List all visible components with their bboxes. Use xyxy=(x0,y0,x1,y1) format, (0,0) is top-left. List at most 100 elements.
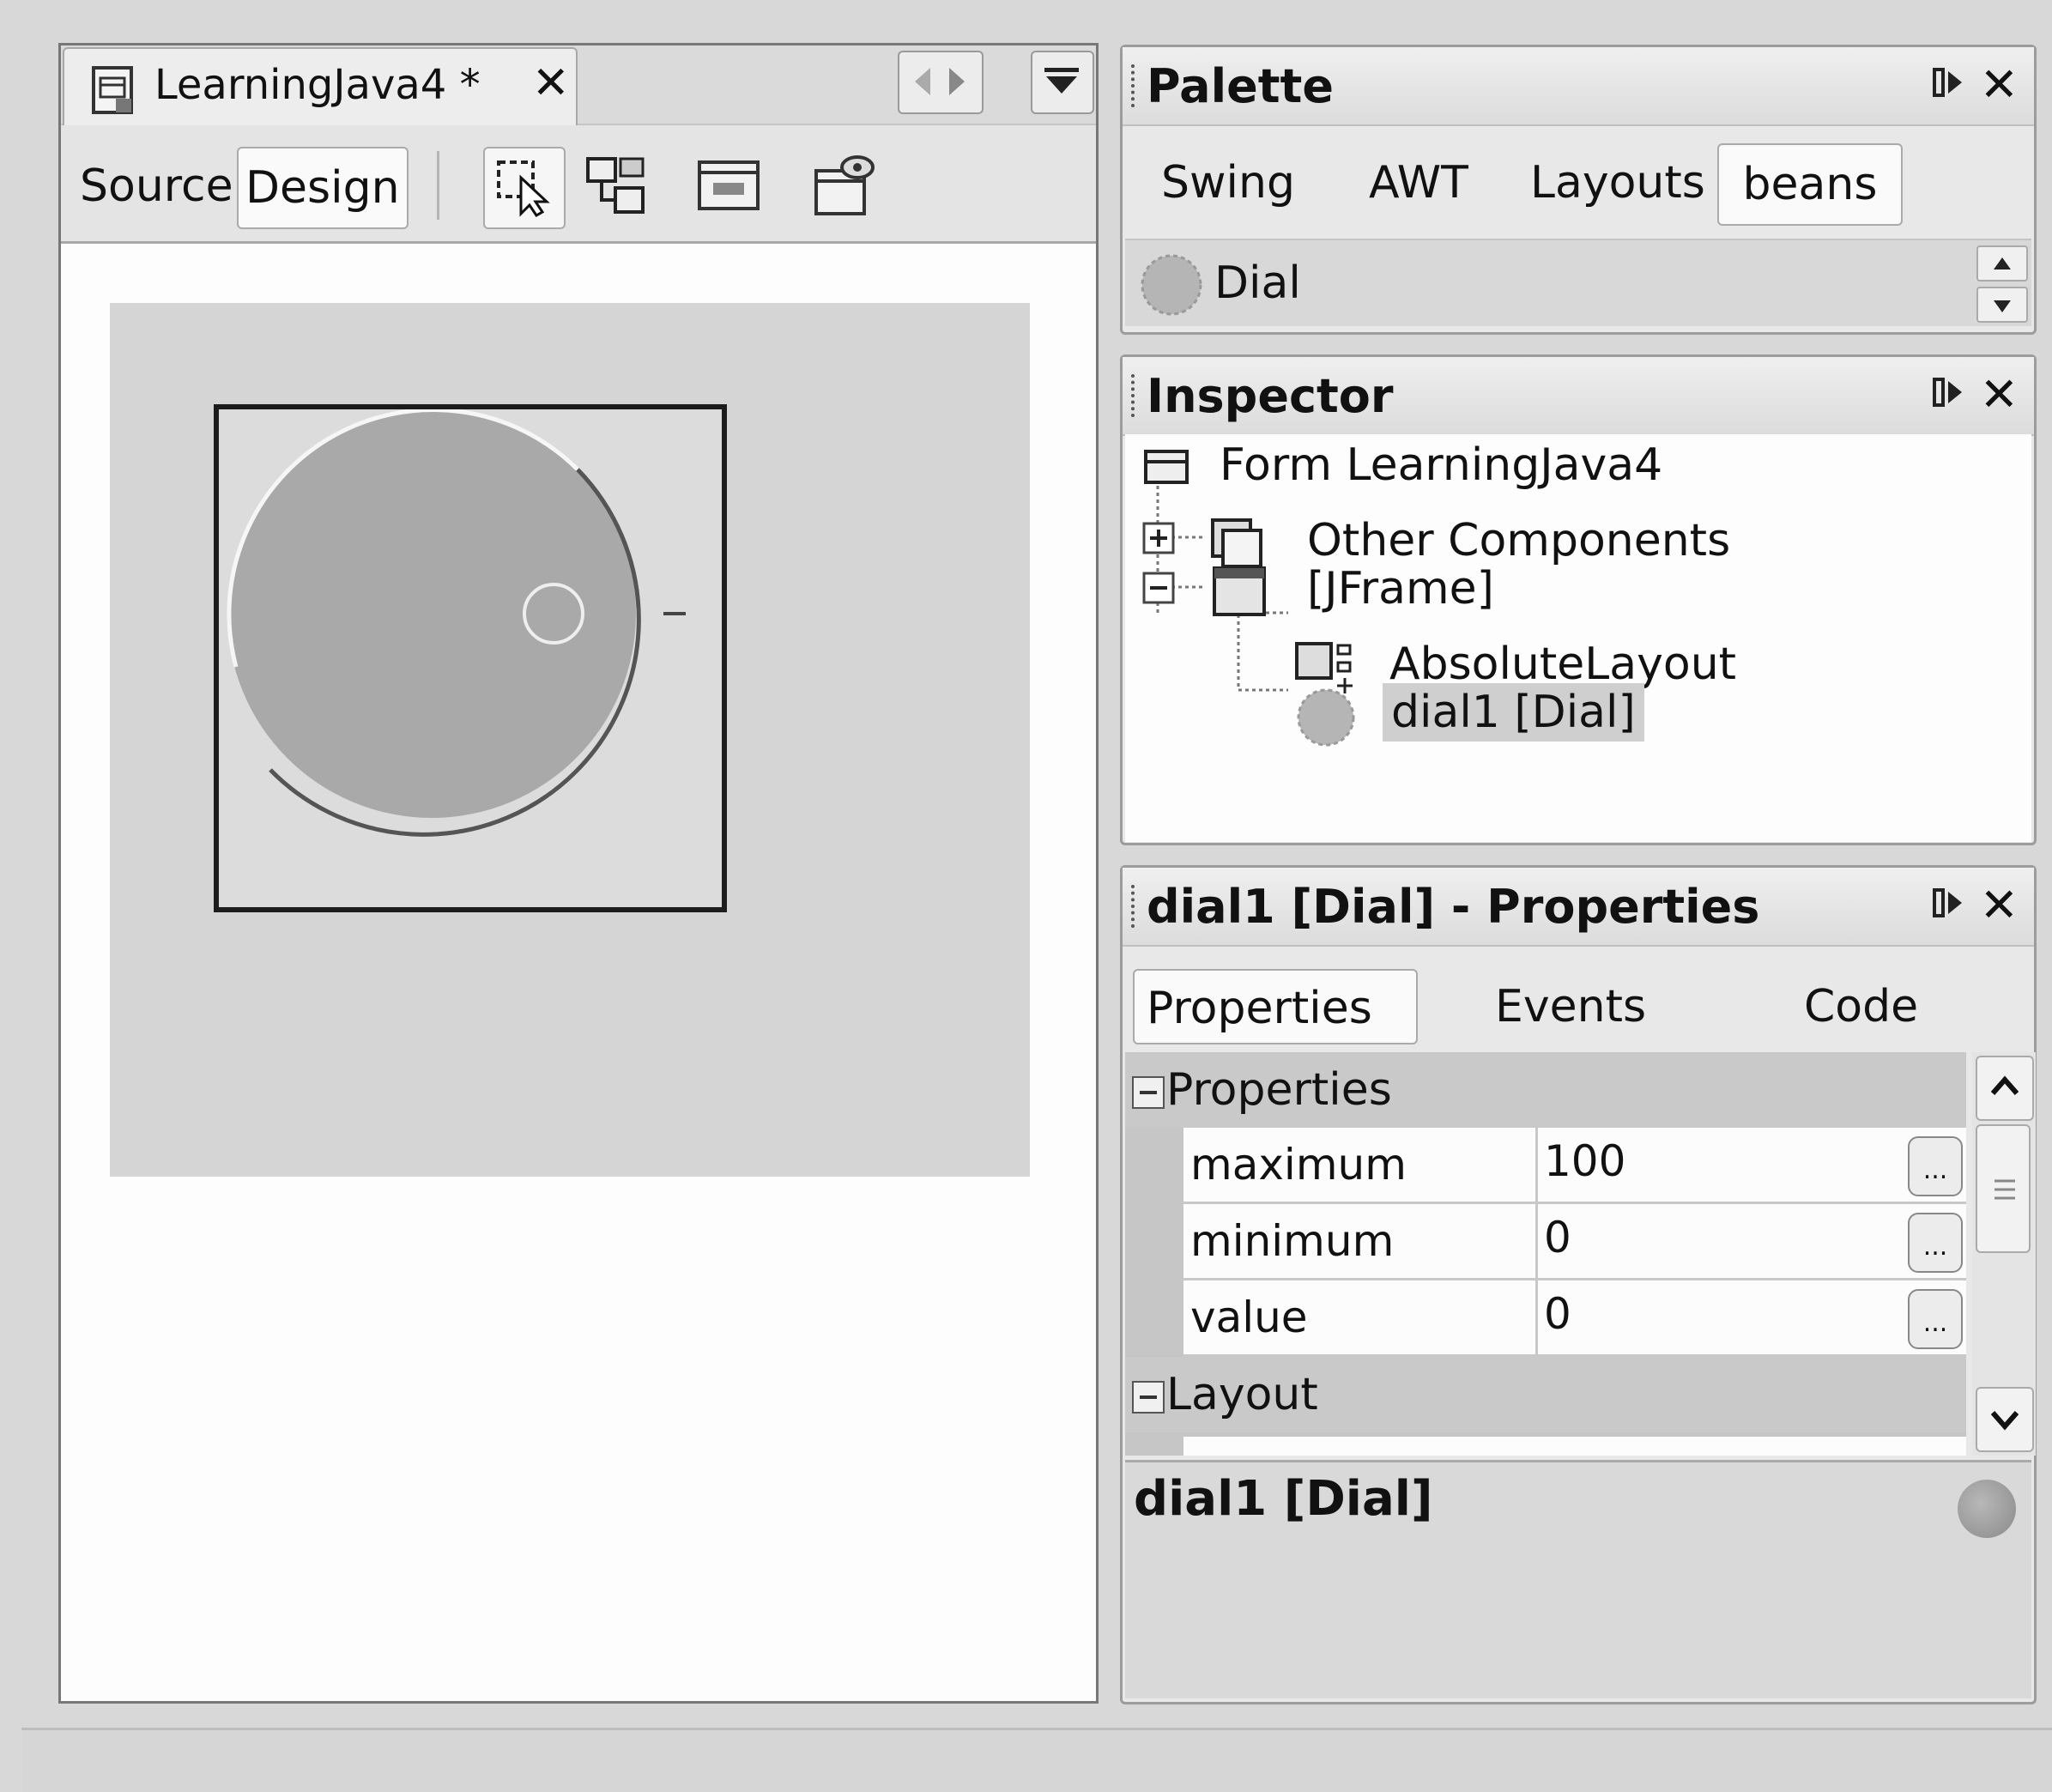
palette-title: Palette xyxy=(1147,59,1334,113)
properties-scrollbar[interactable] xyxy=(1972,1052,2036,1456)
palette-scrollbar[interactable] xyxy=(1975,240,2031,328)
properties-title: dial1 [Dial] - Properties xyxy=(1147,880,1760,934)
collapse-minus-icon[interactable] xyxy=(1132,1381,1165,1414)
inspector-title: Inspector xyxy=(1147,369,1394,423)
palette-tab-swing[interactable]: Swing xyxy=(1161,143,1295,222)
scroll-up-button[interactable] xyxy=(1976,1056,2034,1121)
selection-mode-button[interactable] xyxy=(483,147,566,229)
test-form-icon xyxy=(814,155,875,215)
inspector-close-icon[interactable]: ✕ xyxy=(1980,367,2019,421)
properties-close-icon[interactable]: ✕ xyxy=(1980,878,2019,932)
arrow-up-icon xyxy=(1994,257,2011,269)
scroll-down-button[interactable] xyxy=(1976,287,2028,323)
scroll-up-button[interactable] xyxy=(1976,245,2028,282)
editor-tab-title: LearningJava4 * xyxy=(154,61,481,109)
property-row-minimum[interactable]: minimum 0 ... xyxy=(1183,1204,1966,1280)
tree-node-absolute-layout[interactable]: AbsoluteLayout xyxy=(1389,639,1736,690)
dial-bean-icon xyxy=(1297,688,1355,747)
tree-guide-lines xyxy=(1156,486,1288,692)
tab-events[interactable]: Events xyxy=(1495,969,1646,1044)
selection-mode-icon xyxy=(497,160,550,217)
property-row-maximum[interactable]: maximum 100 ... xyxy=(1183,1128,1966,1204)
expand-plus-icon[interactable] xyxy=(1142,522,1175,554)
test-form-button[interactable] xyxy=(806,147,885,226)
tree-node-dial1[interactable]: dial1 [Dial] xyxy=(1383,683,1644,742)
preview-design-button[interactable] xyxy=(689,147,768,226)
property-editor-button[interactable]: ... xyxy=(1908,1136,1963,1196)
column-divider xyxy=(1535,1204,1538,1278)
palette-panel: Palette ✕ Swing AWT Layouts beans Dial xyxy=(1120,45,2037,335)
dial-bean-icon xyxy=(1141,254,1202,316)
column-divider xyxy=(1535,1128,1538,1202)
scroll-down-button[interactable] xyxy=(1976,1387,2034,1452)
properties-panel: dial1 [Dial] - Properties ✕ Properties E… xyxy=(1120,865,2037,1704)
scroll-right-icon[interactable] xyxy=(942,63,973,100)
section-layout[interactable]: Layout xyxy=(1125,1357,1966,1432)
properties-title-bar: dial1 [Dial] - Properties ✕ xyxy=(1123,868,2034,947)
property-editor-button[interactable]: ... xyxy=(1908,1213,1963,1273)
status-bar xyxy=(21,1728,2052,1792)
property-value-field[interactable]: 100 xyxy=(1544,1136,1625,1186)
property-sheet: Properties maximum 100 ... minimum 0 ...… xyxy=(1125,1052,1966,1456)
section-label: Layout xyxy=(1166,1369,1318,1420)
tab-scroll-buttons xyxy=(898,51,984,114)
help-icon[interactable] xyxy=(1958,1480,2016,1538)
document-list-button[interactable] xyxy=(1031,51,1094,114)
form-icon xyxy=(1144,450,1189,484)
editor-toolbar: Source Design xyxy=(61,125,1096,244)
property-row-partial xyxy=(1183,1437,1966,1456)
inspector-panel: Inspector ✕ Form LearningJava4 Other Com… xyxy=(1120,354,2037,845)
palette-item-label: Dial xyxy=(1214,257,1301,309)
property-row-value[interactable]: value 0 ... xyxy=(1183,1280,1966,1357)
connection-mode-icon xyxy=(586,157,645,214)
collapse-minus-icon[interactable] xyxy=(1142,572,1175,604)
property-value-field[interactable]: 0 xyxy=(1544,1289,1571,1339)
component-tree: Form LearningJava4 Other Components [JFr… xyxy=(1125,434,2031,842)
property-value-field[interactable]: 0 xyxy=(1544,1213,1571,1262)
form-file-icon xyxy=(92,66,133,114)
editor-tab-strip: LearningJava4 * ✕ xyxy=(61,45,1096,125)
minimize-window-icon[interactable] xyxy=(1931,66,1965,100)
palette-title-bar: Palette ✕ xyxy=(1123,47,2034,126)
source-view-tab[interactable]: Source xyxy=(73,147,240,226)
property-name: minimum xyxy=(1190,1216,1395,1266)
tree-node-other-components[interactable]: Other Components xyxy=(1307,515,1730,566)
minimize-window-icon[interactable] xyxy=(1931,887,1965,921)
palette-tab-awt[interactable]: AWT xyxy=(1369,143,1468,222)
palette-item-dial[interactable]: Dial xyxy=(1132,247,1956,321)
editor-tab-close-icon[interactable]: ✕ xyxy=(532,58,570,109)
tab-code[interactable]: Code xyxy=(1804,969,1918,1044)
tree-node-form[interactable]: Form LearningJava4 xyxy=(1220,439,1662,491)
palette-tab-layouts[interactable]: Layouts xyxy=(1530,143,1705,222)
inspector-title-bar: Inspector ✕ xyxy=(1123,357,2034,436)
dial-component-selected[interactable] xyxy=(214,404,727,912)
tab-properties[interactable]: Properties xyxy=(1133,969,1418,1044)
preview-design-icon xyxy=(698,160,760,210)
tree-node-jframe[interactable]: [JFrame] xyxy=(1307,563,1494,614)
dial-knob[interactable] xyxy=(219,409,722,907)
dropdown-arrow-icon xyxy=(1044,68,1079,94)
scroll-left-icon[interactable] xyxy=(906,63,937,100)
minimize-window-icon[interactable] xyxy=(1931,376,1965,410)
property-name: value xyxy=(1190,1293,1308,1342)
palette-tab-beans[interactable]: beans xyxy=(1717,143,1903,226)
editor-tab-learningjava4[interactable]: LearningJava4 * ✕ xyxy=(63,47,578,125)
column-divider xyxy=(1535,1280,1538,1354)
property-editor-button[interactable]: ... xyxy=(1908,1289,1963,1349)
design-view-tab[interactable]: Design xyxy=(237,147,409,229)
grip-lines-icon xyxy=(1994,1179,2015,1200)
drag-grip[interactable] xyxy=(1131,885,1138,928)
section-label: Properties xyxy=(1166,1064,1392,1116)
drag-grip[interactable] xyxy=(1131,64,1138,107)
form-editor: LearningJava4 * ✕ Source Design xyxy=(58,43,1099,1704)
toolbar-separator xyxy=(437,151,439,220)
collapse-minus-icon[interactable] xyxy=(1132,1076,1165,1109)
connection-mode-button[interactable] xyxy=(576,147,655,226)
palette-close-icon[interactable]: ✕ xyxy=(1980,58,2019,112)
arrow-down-icon xyxy=(1994,300,2011,312)
property-name: maximum xyxy=(1190,1140,1407,1190)
drag-grip[interactable] xyxy=(1131,374,1138,417)
description-title: dial1 [Dial] xyxy=(1134,1471,1433,1527)
scroll-thumb[interactable] xyxy=(1976,1124,2031,1253)
section-properties[interactable]: Properties xyxy=(1125,1052,1966,1128)
